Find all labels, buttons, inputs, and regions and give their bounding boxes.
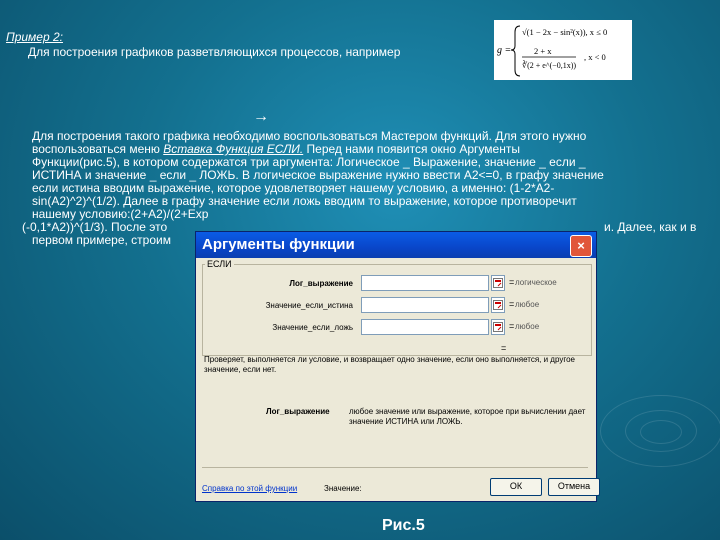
argument-description-name: Лог_выражение <box>266 407 330 416</box>
arrow-symbol: → <box>253 108 269 125</box>
equals-sign: = <box>509 299 515 309</box>
equals-sign: = <box>509 321 515 331</box>
example-title: Пример 2: <box>6 30 63 44</box>
collapse-dialog-button[interactable] <box>491 297 505 313</box>
dialog-title: Аргументы функции <box>202 236 355 253</box>
instruction-paragraph: Для построения такого графика необходимо… <box>22 130 714 247</box>
formula-case-2-condition: , x < 0 <box>584 52 606 62</box>
argument-row-logical-test: Лог_выражение = логическое <box>203 275 591 293</box>
range-select-icon <box>493 322 503 332</box>
ok-button[interactable]: ОК <box>490 478 542 496</box>
formula-image: g = √(1 − 2x − sin²(x)), x ≤ 0 2 + x ∛(2… <box>494 20 632 80</box>
equals-sign: = <box>509 277 515 287</box>
formula-case-2-denominator: ∛(2 + e^(−0,1x)) <box>522 60 576 70</box>
argument-type: логическое <box>515 278 557 287</box>
function-name-label: ЕСЛИ <box>205 259 234 269</box>
cancel-button[interactable]: Отмена <box>548 478 600 496</box>
argument-type: любое <box>515 322 540 331</box>
collapse-dialog-button[interactable] <box>491 319 505 335</box>
menu-path-text: Вставка Функция ЕСЛИ. <box>163 142 304 156</box>
close-button[interactable]: × <box>570 235 592 257</box>
argument-type: любое <box>515 300 540 309</box>
range-select-icon <box>493 300 503 310</box>
argument-label: Значение_если_ложь <box>272 323 353 332</box>
value-label: Значение: <box>324 484 362 493</box>
formula-case-2-numerator: 2 + x <box>534 46 552 56</box>
paragraph-text: (-0,1*A2))^(1/3). После это <box>22 220 168 234</box>
dialog-titlebar[interactable]: Аргументы функции × <box>196 232 596 258</box>
formula-case-1: √(1 − 2x − sin²(x)), x ≤ 0 <box>522 27 607 37</box>
function-description: Проверяет, выполняется ли условие, и воз… <box>204 355 575 374</box>
argument-description-text: любое значение или выражение, которое пр… <box>349 407 586 426</box>
paragraph-text: и. Далее, как и в <box>604 220 697 234</box>
figure-caption: Рис.5 <box>382 517 425 534</box>
range-select-icon <box>493 278 503 288</box>
argument-label: Значение_если_истина <box>265 301 353 310</box>
value-if-true-input[interactable] <box>361 297 489 313</box>
argument-row-value-if-true: Значение_если_истина = любое <box>203 297 591 315</box>
formula-lhs: g = <box>497 45 511 56</box>
intro-text: Для построения графиков разветвляющихся … <box>28 45 401 59</box>
argument-label: Лог_выражение <box>289 279 353 288</box>
help-link[interactable]: Справка по этой функции <box>202 484 297 493</box>
argument-row-value-if-false: Значение_если_ложь = любое <box>203 319 591 337</box>
function-arguments-dialog: Аргументы функции × Лог_выражение = логи… <box>195 231 600 502</box>
paragraph-text: Перед нами появится окно Аргументы <box>303 142 520 156</box>
paragraph-text: воспользоваться меню <box>32 142 164 156</box>
logical-test-input[interactable] <box>361 275 489 291</box>
result-equals-sign: = <box>501 343 507 353</box>
value-if-false-input[interactable] <box>361 319 489 335</box>
piecewise-formula: g = √(1 − 2x − sin²(x)), x ≤ 0 2 + x ∛(2… <box>497 25 607 77</box>
water-ripple-decoration <box>640 420 682 444</box>
function-arguments-group: Лог_выражение = логическое Значение_если… <box>202 264 592 356</box>
dialog-divider <box>202 467 588 468</box>
collapse-dialog-button[interactable] <box>491 275 505 291</box>
